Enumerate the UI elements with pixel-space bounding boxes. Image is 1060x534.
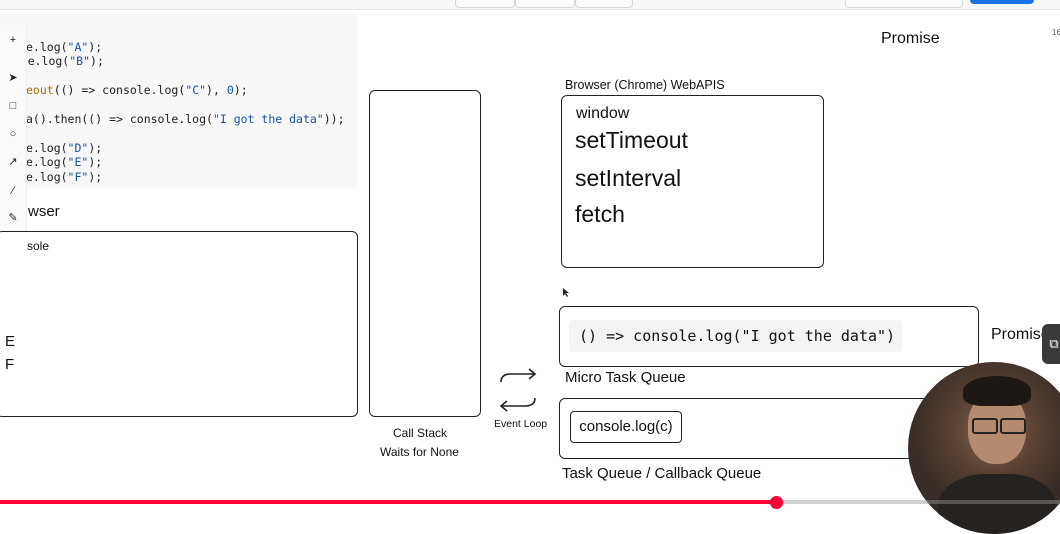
pencil-icon[interactable]: ✎ bbox=[5, 210, 21, 226]
share-button[interactable] bbox=[970, 0, 1034, 4]
code-token: "D" bbox=[67, 141, 89, 155]
micro-task-queue-label: Micro Task Queue bbox=[565, 369, 686, 386]
video-progress-bar[interactable] bbox=[0, 496, 1060, 509]
code-token: 0 bbox=[226, 83, 234, 97]
console-output-line: E bbox=[5, 333, 16, 350]
code-token: )); bbox=[323, 112, 345, 126]
code-token: "B" bbox=[69, 54, 91, 68]
task-queue-label: Task Queue / Callback Queue bbox=[562, 465, 762, 482]
code-line: a().then(() => console.log("I got the da… bbox=[26, 112, 345, 126]
toolbar-button[interactable] bbox=[575, 0, 633, 8]
code-token: (() => console.log( bbox=[53, 83, 186, 97]
code-token: e.log( bbox=[26, 155, 68, 169]
toolbar-button[interactable] bbox=[515, 0, 575, 8]
code-line: e.log("D"); bbox=[26, 141, 102, 155]
presenter-shirt bbox=[938, 474, 1056, 534]
video-progress-scrubber[interactable] bbox=[769, 496, 783, 509]
code-token: e.log( bbox=[26, 170, 68, 184]
code-token: eout bbox=[26, 83, 54, 97]
circle-icon[interactable]: ○ bbox=[5, 126, 21, 142]
webapi-item-fetch: fetch bbox=[575, 201, 625, 227]
call-stack-label: Call Stack bbox=[393, 426, 448, 440]
call-stack-sublabel: Waits for None bbox=[380, 445, 459, 459]
code-token: "F" bbox=[67, 170, 89, 184]
code-token: "E" bbox=[67, 155, 89, 169]
code-token: ); bbox=[88, 40, 103, 54]
corner-text: 16 bbox=[1052, 28, 1060, 37]
mouse-cursor-icon bbox=[563, 288, 569, 297]
webapis-window-label: window bbox=[576, 105, 630, 122]
code-token: a().then(() => console.log( bbox=[26, 112, 213, 126]
toolbar-button[interactable] bbox=[455, 0, 515, 8]
rectangle-icon[interactable]: □ bbox=[5, 98, 21, 114]
call-stack-box bbox=[369, 90, 481, 417]
code-token: "A" bbox=[67, 40, 89, 54]
glasses-right bbox=[1000, 418, 1026, 434]
console-label: sole bbox=[27, 239, 50, 253]
code-line: e.log("A"); bbox=[26, 40, 102, 54]
micro-task-item: () => console.log("I got the data") bbox=[569, 320, 902, 352]
expand-panel-icon[interactable]: ⧉ bbox=[1042, 324, 1060, 364]
code-line: e.log("E"); bbox=[26, 155, 102, 169]
code-line: e.log("F"); bbox=[26, 170, 102, 184]
plus-icon[interactable]: + bbox=[5, 32, 21, 48]
code-token: ), bbox=[206, 83, 227, 97]
code-token: e.log( bbox=[26, 40, 68, 54]
code-line: eout(() => console.log("C"), 0); bbox=[26, 83, 248, 97]
top-toolbar bbox=[0, 0, 1060, 10]
webapis-title: Browser (Chrome) WebAPIS bbox=[565, 78, 725, 92]
code-token: ); bbox=[90, 54, 104, 68]
glasses-left bbox=[972, 418, 998, 434]
line-icon[interactable]: ⁄ bbox=[5, 183, 21, 199]
arrow-icon[interactable]: ↗ bbox=[5, 154, 21, 170]
promise-label: Promise bbox=[881, 30, 940, 47]
webapi-item-settimeout: setTimeout bbox=[575, 127, 688, 153]
webapi-item-setinterval: setInterval bbox=[575, 165, 682, 191]
code-token: ); bbox=[88, 141, 103, 155]
event-loop-arrows-icon bbox=[499, 368, 537, 412]
code-token: ); bbox=[88, 170, 103, 184]
video-progress-fill bbox=[0, 500, 776, 504]
browser-heading: wser bbox=[28, 203, 60, 220]
presenter-webcam bbox=[908, 362, 1060, 534]
code-token: "I got the data" bbox=[212, 112, 324, 126]
toolbar-button[interactable] bbox=[845, 0, 963, 8]
console-output-line: F bbox=[5, 356, 15, 373]
task-queue-item: console.log(c) bbox=[570, 411, 682, 443]
event-loop-label: Event Loop bbox=[494, 418, 548, 430]
console-box bbox=[0, 231, 358, 417]
code-token: ); bbox=[233, 83, 248, 97]
presenter-hair bbox=[963, 376, 1031, 406]
code-token: "C" bbox=[185, 83, 207, 97]
select-arrow-icon[interactable]: ➤ bbox=[5, 70, 21, 86]
code-token: e.log( bbox=[26, 141, 68, 155]
code-token: ); bbox=[88, 155, 103, 169]
